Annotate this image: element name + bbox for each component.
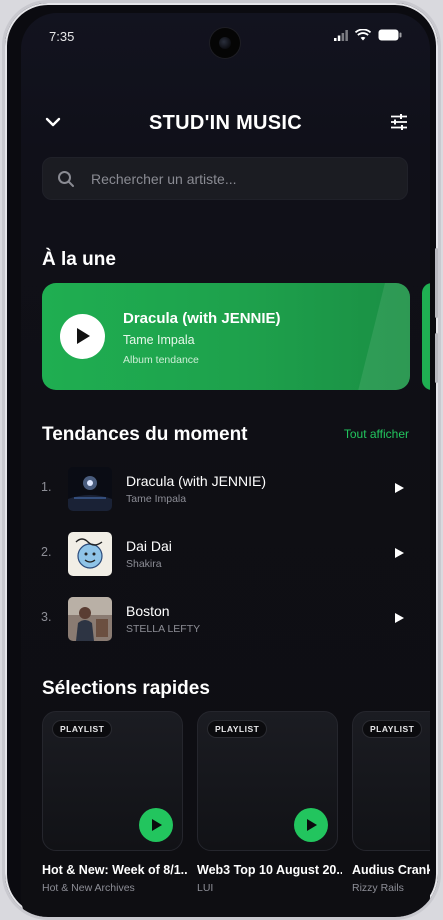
search-icon <box>58 171 74 187</box>
front-camera <box>210 28 240 58</box>
trend-title: Boston <box>126 603 170 619</box>
featured-title: Dracula (with JENNIE) <box>123 310 281 327</box>
card-shine <box>352 283 410 390</box>
play-icon[interactable] <box>395 613 404 623</box>
playlist-badge: PLAYLIST <box>207 720 268 738</box>
playlist-card[interactable]: PLAYLIST <box>352 711 430 851</box>
featured-artist: Tame Impala <box>123 333 195 347</box>
quick-section-title: Sélections rapides <box>42 678 210 699</box>
album-cover <box>68 532 112 576</box>
featured-play-button[interactable] <box>60 314 105 359</box>
play-icon[interactable] <box>395 483 404 493</box>
featured-tag: Album tendance <box>123 354 199 366</box>
power-button <box>435 333 438 383</box>
volume-button <box>435 248 438 318</box>
playlist-subtitle: Rizzy Rails <box>352 882 404 894</box>
signal-icon <box>334 29 348 41</box>
trend-rank: 2. <box>41 545 52 559</box>
app-header: STUD'IN MUSIC <box>21 111 430 141</box>
card-play-button[interactable] <box>294 808 328 842</box>
search-input[interactable] <box>89 166 389 192</box>
playlist-subtitle: LUI <box>197 882 214 894</box>
playlist-subtitle: Hot & New Archives <box>42 882 135 894</box>
playlist-card[interactable]: PLAYLIST <box>42 711 183 851</box>
playlist-badge: PLAYLIST <box>52 720 113 738</box>
card-play-button[interactable] <box>139 808 173 842</box>
playlist-title[interactable]: Hot & New: Week of 8/1... <box>42 863 187 877</box>
cover-art-sketch <box>68 532 112 576</box>
trends-section-title: Tendances du moment <box>42 424 248 445</box>
trend-row[interactable]: 3. Boston STELLA LEFTY <box>21 595 430 643</box>
trend-artist: STELLA LEFTY <box>126 623 201 635</box>
status-icons <box>334 29 402 41</box>
wifi-icon <box>355 29 371 41</box>
trend-row[interactable]: 2. Dai Dai Shakira <box>21 530 430 578</box>
status-time: 7:35 <box>49 29 75 44</box>
trend-title: Dai Dai <box>126 538 172 554</box>
album-cover <box>68 597 112 641</box>
search-bar[interactable] <box>42 157 408 200</box>
phone-frame: 7:35 STUD'IN MUSIC Rechercher un artiste… <box>2 0 441 920</box>
playlist-title[interactable]: Web3 Top 10 August 20... <box>197 863 342 877</box>
play-icon[interactable] <box>395 548 404 558</box>
album-cover <box>68 467 112 511</box>
trend-artist: Shakira <box>126 558 162 570</box>
playlist-title[interactable]: Audius Cranke <box>352 863 430 877</box>
featured-section-title: À la une <box>42 249 116 270</box>
trend-artist: Tame Impala <box>126 493 187 505</box>
featured-card[interactable]: Dracula (with JENNIE) Tame Impala Album … <box>42 283 410 390</box>
cover-art-concert <box>68 467 112 511</box>
trend-title: Dracula (with JENNIE) <box>126 473 267 489</box>
see-all-link[interactable]: Tout afficher <box>344 427 409 441</box>
playlist-card[interactable]: PLAYLIST <box>197 711 338 851</box>
playlist-badge: PLAYLIST <box>362 720 423 738</box>
trend-rank: 1. <box>41 480 52 494</box>
trend-rank: 3. <box>41 610 52 624</box>
trend-row[interactable]: 1. Dracula (with JENNIE) Tame Impala <box>21 465 430 513</box>
app-title: STUD'IN MUSIC <box>148 112 303 134</box>
battery-icon <box>378 29 402 41</box>
next-featured-card[interactable] <box>422 283 430 390</box>
cover-art-portrait <box>68 597 112 641</box>
settings-sliders-icon[interactable] <box>390 113 408 131</box>
app-screen: 7:35 STUD'IN MUSIC Rechercher un artiste… <box>21 13 430 917</box>
